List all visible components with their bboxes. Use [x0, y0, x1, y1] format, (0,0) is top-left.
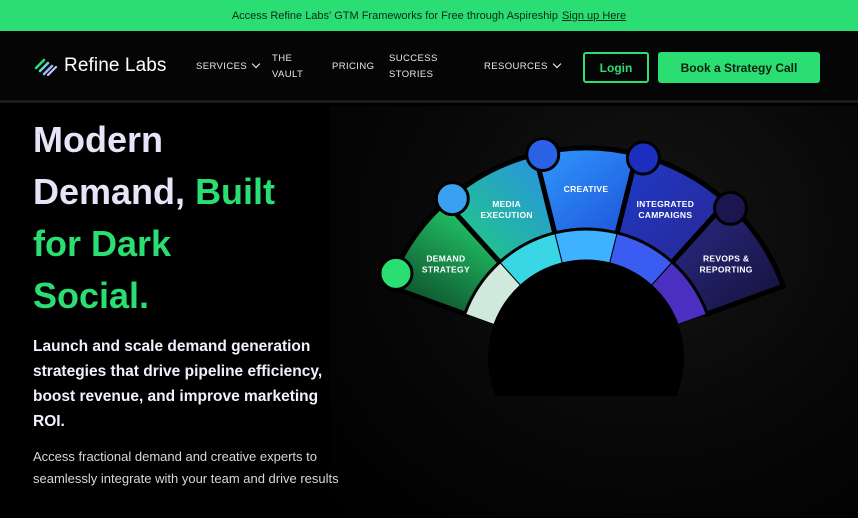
wheel-segment-label: MEDIA: [492, 199, 521, 209]
nav-stories-line2: STORIES: [389, 69, 434, 80]
nav-vault-line1: THE: [272, 53, 293, 64]
announcement-banner: Access Refine Labs' GTM Frameworks for F…: [0, 0, 858, 31]
login-button[interactable]: Login: [583, 52, 649, 83]
hero-subtitle: Launch and scale demand generation strat…: [33, 338, 323, 430]
wheel-node-dot: [434, 181, 470, 217]
nav-stories-line1: SUCCESS: [389, 53, 438, 64]
hero-section: Modern Demand, Built for Dark Social. La…: [0, 106, 858, 518]
title-line3: for Dark: [33, 223, 172, 264]
banner-text: Access Refine Labs' GTM Frameworks for F…: [231, 9, 558, 22]
nav-vault-line2: VAULT: [272, 69, 304, 80]
hero-title: Modern Demand, Built for Dark Social.: [33, 114, 353, 322]
nav-resources[interactable]: RESOURCES: [484, 59, 562, 75]
nav-resources-label: RESOURCES: [484, 61, 548, 72]
wheel-segment-label: STRATEGY: [422, 264, 470, 274]
book-strategy-call-button[interactable]: Book a Strategy Call: [658, 52, 820, 83]
logo[interactable]: Refine Labs: [34, 55, 167, 77]
title-line4: Social.: [33, 275, 150, 316]
title-line2b: Built: [195, 171, 276, 212]
wheel-segment-label: EXECUTION: [481, 210, 533, 220]
nav-pricing-label: PRICING: [332, 61, 375, 72]
nav-services[interactable]: SERVICES: [196, 59, 261, 75]
wheel-segment-label: CAMPAIGNS: [638, 210, 692, 220]
wheel-segment-label: DEMAND: [426, 253, 465, 263]
wheel-segment-label: REPORTING: [699, 264, 752, 274]
nav-pricing[interactable]: PRICING: [332, 59, 374, 75]
wheel-inner-band: [554, 229, 618, 264]
logo-icon: [34, 58, 58, 76]
logo-text: Refine Labs: [64, 55, 167, 76]
top-navigation: Refine Labs SERVICES THE VAULT PRICING S…: [0, 31, 858, 103]
wheel-segment-label: CREATIVE: [564, 184, 609, 194]
wheel-node-dot: [712, 190, 748, 226]
wheel-node-dot: [378, 255, 414, 291]
hero-body-text: Access fractional demand and creative ex…: [33, 449, 339, 486]
nav-the-vault[interactable]: THE VAULT: [272, 51, 303, 83]
title-line2a: Demand,: [33, 171, 186, 212]
wheel-node-dot: [525, 137, 561, 173]
banner-signup-link[interactable]: Sign up Here: [562, 10, 626, 22]
nav-services-label: SERVICES: [196, 61, 248, 72]
chevron-down-icon: [552, 59, 562, 69]
nav-success-stories[interactable]: SUCCESS STORIES: [389, 51, 438, 83]
chevron-down-icon: [251, 59, 261, 69]
wheel-segment-label: REVOPS &: [703, 253, 749, 263]
wheel-segment-label: INTEGRATED: [637, 199, 695, 209]
services-wheel-diagram: DEMANDSTRATEGY MEDIAEXECUTION CREATIVE INTE…: [378, 137, 787, 396]
title-line1: Modern: [33, 119, 163, 160]
wheel-node-dot: [625, 140, 661, 176]
